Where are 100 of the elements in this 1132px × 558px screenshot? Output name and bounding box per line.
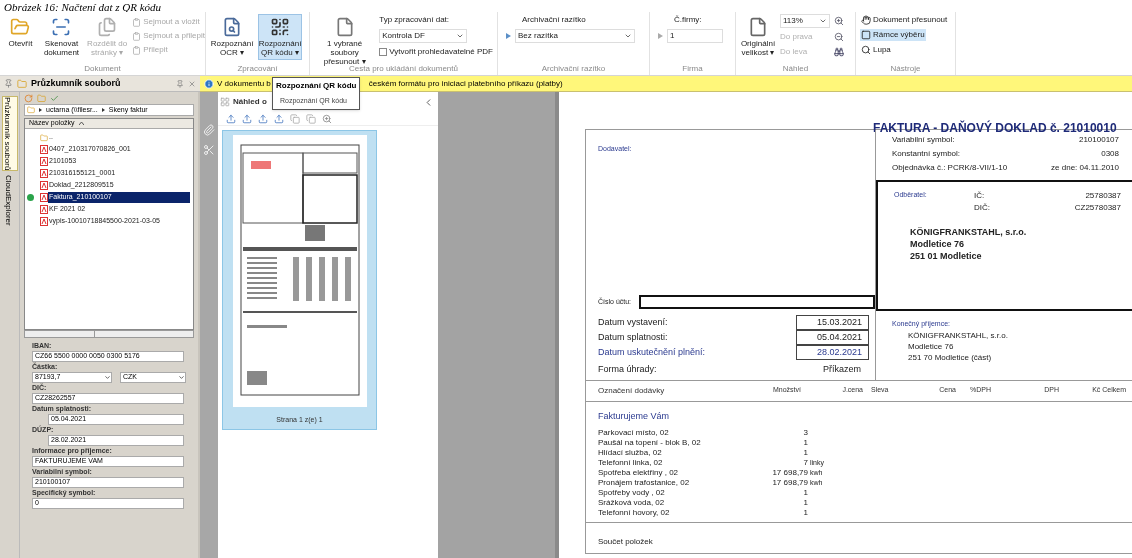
- field-label: Variabilní symbol:: [892, 134, 955, 146]
- item-quantity: 1: [802, 447, 808, 458]
- ribbon-button[interactable]: Originální velikost ▾: [740, 14, 776, 60]
- date-label: Datum uskutečnění plnění:: [598, 346, 706, 359]
- tool-button[interactable]: Rámce výběru: [860, 29, 926, 41]
- ribbon-button[interactable]: Rozpoznání QR kódu ▾: [258, 14, 302, 60]
- clipboard-icon: [132, 45, 142, 55]
- item-quantity: 1: [802, 487, 808, 498]
- dropdown[interactable]: Kontrola DF: [379, 29, 468, 43]
- item-name: Hlídací služba, 02: [598, 447, 663, 458]
- tool-button[interactable]: Dokument přesunout: [860, 14, 949, 26]
- item-name: Spotřeba elektřiny , 02: [598, 467, 680, 478]
- address-line: Modletice 76: [908, 340, 955, 352]
- ocr-icon: [222, 17, 242, 37]
- pin-icon[interactable]: [176, 79, 184, 88]
- date-value: 05.04.2021: [796, 330, 869, 345]
- dropdown[interactable]: Bez razítka: [515, 29, 635, 43]
- check-icon[interactable]: [50, 93, 59, 103]
- field-label: DIČ:: [974, 202, 990, 214]
- refresh-icon[interactable]: [24, 93, 33, 103]
- item-quantity: 17 698,79: [771, 467, 808, 478]
- ribbon-button[interactable]: Rozpoznání OCR ▾: [210, 14, 254, 60]
- clipboard-icon: [132, 31, 142, 41]
- input-field[interactable]: 1: [667, 29, 723, 43]
- close-icon[interactable]: [188, 79, 196, 88]
- folder-icon: [10, 17, 31, 37]
- scissors-icon[interactable]: [203, 144, 215, 156]
- field-value: Příkazem: [823, 363, 861, 376]
- clipboard-icon: [132, 17, 142, 27]
- item-quantity: 7: [802, 457, 808, 468]
- date-label: Datum splatnosti:: [598, 331, 668, 344]
- grid-icon[interactable]: [220, 97, 230, 107]
- panel-title: Průzkumník souborů: [31, 76, 122, 90]
- frame-icon: [861, 30, 871, 40]
- address-line: KÖNIGFRANKSTAHL, s.r.o.: [908, 329, 1008, 341]
- item-quantity: 1: [802, 497, 808, 508]
- item-quantity: 17 698,79: [771, 477, 808, 488]
- caret-icon: [104, 374, 111, 381]
- item-name: Pronájem trafostanice, 02: [598, 477, 691, 488]
- upload-icon[interactable]: [226, 113, 236, 124]
- item-name: Paušál na topení - blok B, 02: [598, 437, 702, 448]
- item-name: Telefonní hovory, 02: [598, 507, 671, 518]
- group-label: Zpracování: [236, 63, 279, 75]
- date-value: 15.03.2021: [796, 315, 869, 330]
- page-icon: [748, 17, 768, 37]
- invoice-title: FAKTURA - DAŇOVÝ DOKLAD č. 21010010: [873, 121, 1117, 135]
- sort-icon: [78, 122, 84, 125]
- group-label: Náhled: [781, 63, 810, 75]
- pdf-file-icon: [40, 217, 48, 226]
- address-line: Modletice 76: [910, 238, 966, 250]
- caret-icon: [178, 374, 185, 381]
- copy-icon[interactable]: [290, 113, 300, 124]
- group-label: Firma: [681, 63, 704, 75]
- arrow-icon: [658, 33, 663, 39]
- section-title: Fakturujeme Vám: [598, 410, 671, 423]
- caret-icon: [819, 17, 827, 25]
- field-value: 210100107: [1078, 134, 1119, 146]
- column-header: Označení dodávky: [598, 385, 666, 397]
- item-name: Spotřeby vody , 02: [598, 487, 666, 498]
- address-line: 251 01 Modletice: [910, 250, 983, 262]
- field-label: Č.firmy:: [673, 14, 703, 26]
- folder-icon: [40, 133, 48, 142]
- item-name: Parkovací místo, 02: [598, 427, 670, 438]
- arrow-icon: [506, 33, 511, 39]
- upload-icon[interactable]: [242, 113, 252, 124]
- item-quantity: 3: [802, 427, 808, 438]
- zoom-out-icon[interactable]: [834, 32, 844, 42]
- paperclip-icon[interactable]: [203, 124, 215, 136]
- field-label: Typ zpracování dat:: [379, 14, 451, 26]
- folder-icon: [17, 78, 27, 89]
- folder-icon[interactable]: [37, 93, 46, 103]
- date-label: Datum vystavení:: [598, 316, 668, 329]
- binoculars-icon[interactable]: [834, 47, 844, 57]
- side-tab[interactable]: CloudExplorer: [1, 175, 18, 227]
- pin-icon[interactable]: [4, 79, 13, 88]
- figure-caption: Obrázek 16: Načtení dat z QR kódu: [4, 1, 162, 12]
- field-label: Archivační razítko: [521, 14, 587, 26]
- item-name: Telefonní linka, 02: [598, 457, 664, 468]
- group-label: Archivační razítko: [540, 63, 607, 75]
- checkbox[interactable]: [379, 48, 388, 56]
- info-text: českém formátu pro iniciaci platebního příkazu (platby): [368, 77, 563, 90]
- upload-icon[interactable]: [258, 113, 268, 124]
- search-icon: [861, 45, 871, 55]
- scanner-icon: [51, 17, 72, 37]
- group-label: Nástroje: [889, 63, 922, 75]
- upload-icon[interactable]: [274, 113, 284, 124]
- tool-button[interactable]: Lupa: [860, 44, 892, 56]
- scrollbar[interactable]: [24, 330, 194, 338]
- zoom-in-icon[interactable]: [834, 16, 844, 26]
- address-line: 251 70 Modletice (část): [908, 351, 993, 363]
- ribbon-button[interactable]: Skenovat dokument: [40, 14, 83, 60]
- copy-icon[interactable]: [306, 113, 316, 124]
- zoom-dropdown[interactable]: 113%: [780, 14, 830, 28]
- side-tab[interactable]: Průzkumník souborů: [1, 96, 18, 172]
- info-text: V dokumentu b: [217, 77, 271, 90]
- hand-icon: [861, 15, 871, 25]
- ribbon-button[interactable]: Otevřít: [0, 14, 41, 51]
- pages-icon: [97, 17, 118, 37]
- zoom-in-icon[interactable]: [322, 113, 332, 124]
- pdf-file-icon: [40, 169, 48, 178]
